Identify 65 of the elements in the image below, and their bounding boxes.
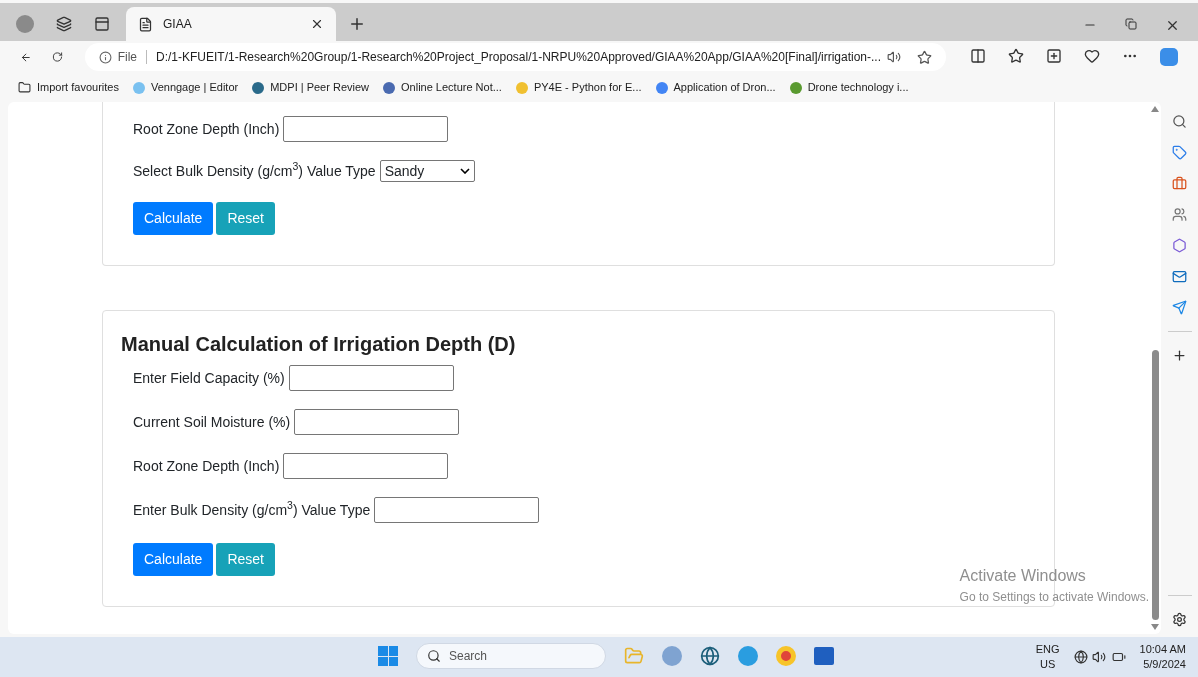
workspaces-icon[interactable] [56,16,72,32]
input-field[interactable] [283,453,449,479]
field-label: Enter Bulk Density (g/cm$^{3}$) Value Type [133,499,371,520]
close-icon[interactable] [1165,18,1180,33]
split-screen-icon[interactable] [970,48,986,64]
health-icon[interactable] [1084,48,1100,64]
clock-time[interactable]: 10:04 AM [1139,642,1186,657]
bookmark-item[interactable]: Import favourites [18,79,119,96]
games-icon[interactable] [1172,207,1187,222]
calculate-button[interactable]: Calculate [133,543,214,576]
volume-icon[interactable] [1091,650,1106,664]
new-tab-icon[interactable] [348,15,366,33]
collections-icon[interactable] [1046,48,1062,64]
field-label: Root Zone Depth (Inch) [133,119,280,139]
scrollbar-thumb[interactable] [1151,350,1159,620]
address-bar[interactable]: File D:/1-KFUEIT/1-Research%20Group/1-Research%20Project_Proposal/1-NRPU%20Approved/GIAA%20App/GIAA%20[Final]/irrigation-... [84,43,946,71]
taskbar-search[interactable]: Search [416,643,606,669]
add-icon[interactable] [1172,348,1187,363]
favorite-icon[interactable] [917,49,932,65]
battery-icon[interactable] [1111,650,1126,664]
scroll-up-icon[interactable] [1151,106,1159,112]
input-field[interactable] [294,409,460,435]
bookmark-item[interactable]: Venngage | Editor [132,79,239,96]
field-label: Root Zone Depth (Inch) [133,456,280,476]
clock-date[interactable]: 5/9/2024 [1143,657,1186,672]
tab-actions-icon[interactable] [94,16,110,32]
input-field[interactable] [374,497,540,523]
bookmark-item[interactable]: Online Lecture Not... [383,79,502,96]
activation-text: Go to Settings to activate Windows. [959,589,1149,606]
activation-title: Activate Windows [959,566,1087,586]
favorites-icon[interactable] [1008,48,1024,64]
bookmark-item[interactable]: Drone technology i... [789,79,909,96]
restore-icon[interactable] [1125,18,1137,30]
page-icon [138,16,153,32]
input-field[interactable] [288,365,454,391]
bookmark-item[interactable]: PY4E - Python for E... [515,79,642,96]
refresh-icon[interactable] [51,49,63,65]
field-label: Select Bulk Density (g/cm$^{3}$) Value Type [133,160,376,181]
bookmark-item[interactable]: Application of Dron... [655,79,776,96]
chevron-icon [459,168,470,174]
info-icon [98,50,112,64]
read-aloud-icon[interactable] [887,50,901,64]
region-text[interactable]: US [1039,657,1056,672]
field-label: Enter Field Capacity (%) [133,368,285,388]
search-icon [427,649,441,663]
bookmark-item[interactable]: MDPI | Peer Review [252,79,369,96]
globe-icon[interactable] [700,646,720,666]
select-field[interactable]: Sandy [379,160,475,182]
settings-icon[interactable] [1172,612,1187,627]
close-icon[interactable] [310,17,324,31]
start-icon[interactable] [378,646,398,666]
search-icon[interactable] [1172,114,1187,129]
send-icon[interactable] [1172,300,1187,315]
outlook-icon[interactable] [1172,269,1187,284]
scroll-down-icon[interactable] [1151,624,1159,630]
folder-icon [18,81,31,94]
input-field[interactable] [283,116,449,142]
briefcase-icon[interactable] [1172,176,1187,191]
tag-icon[interactable] [1172,145,1187,160]
browser-tab[interactable]: GIAA [126,7,336,41]
section-title: Manual Calculation of Irrigation Depth (D) [121,332,517,357]
field-label: Current Soil Moisture (%) [133,412,291,432]
calculate-button[interactable]: Calculate [133,202,214,235]
language-text[interactable]: ENG [1035,642,1060,657]
network-icon[interactable] [1073,650,1088,664]
